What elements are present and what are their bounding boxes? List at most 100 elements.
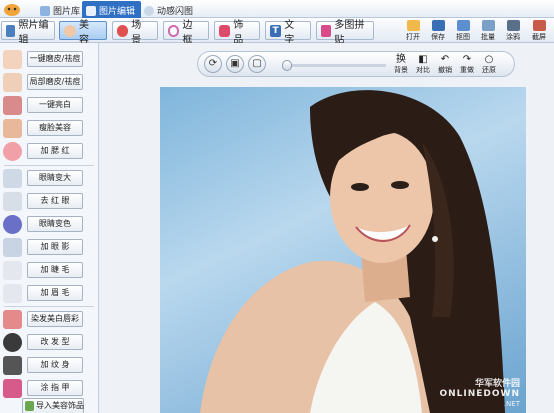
slim-face-button[interactable]: 瘦脸美容: [27, 120, 83, 136]
face-thumb-icon: [3, 50, 22, 69]
watermark: 华军软件园 ONLINEDOWN .NET: [439, 379, 520, 408]
scene-button[interactable]: 场 景: [112, 20, 158, 46]
accessories-button[interactable]: 饰 品: [214, 20, 260, 46]
list-item: 加 眉 毛: [0, 283, 99, 304]
background-button[interactable]: 换 背景: [391, 54, 411, 76]
list-item: 加 眼 影: [0, 237, 99, 258]
eye-icon: [3, 169, 22, 188]
photo-edit-button[interactable]: 照片编辑: [1, 20, 55, 46]
nail-polish-icon: [3, 379, 22, 398]
local-smooth-button[interactable]: 局部磨皮/祛痘: [27, 74, 83, 90]
add-blush-button[interactable]: 加 腮 红: [27, 143, 83, 159]
batch-icon: [481, 20, 495, 31]
border-button[interactable]: 边 框: [163, 20, 209, 46]
flash-gif-icon: [144, 5, 154, 16]
redo-icon: ↷: [462, 54, 472, 65]
zoom-slider[interactable]: [282, 60, 386, 71]
image-edit-icon: [86, 5, 96, 16]
photo-preview[interactable]: 华军软件园 ONLINEDOWN .NET: [160, 87, 526, 413]
divider: [4, 165, 94, 166]
beauty-tools-panel: 一键磨皮/祛痘 局部磨皮/祛痘 一键亮白 瘦脸美容 加 腮 红 眼睛变大 去 红…: [0, 43, 99, 413]
screenshot-button[interactable]: 截屏: [528, 20, 550, 42]
import-beauty-accessories-button[interactable]: 导入美容饰品: [22, 398, 84, 413]
eye-color-button[interactable]: 眼睛变色: [27, 216, 83, 232]
iris-color-icon: [3, 215, 22, 234]
list-item: 眼睛变大: [0, 168, 99, 189]
image-library-icon: [40, 5, 50, 16]
list-item: 一键亮白: [0, 95, 99, 116]
face-thumb-icon: [3, 119, 22, 138]
view-control-bar: ⟳ ▣ ▢ 换 背景 ◧ 对比 ↶ 撤销 ↷ 重做 ○ 还原: [197, 51, 515, 77]
eyelash-icon: [3, 261, 22, 280]
text-t-icon: T: [270, 24, 282, 37]
hairstyle-icon: [3, 333, 22, 352]
add-eyelash-button[interactable]: 加 睫 毛: [27, 262, 83, 278]
change-hairstyle-button[interactable]: 改 发 型: [27, 334, 83, 350]
eyeshadow-icon: [3, 238, 22, 257]
import-plus-icon: [25, 401, 34, 411]
remove-red-eye-button[interactable]: 去 红 眼: [27, 193, 83, 209]
list-item: 加 睫 毛: [0, 260, 99, 281]
list-item: 加 腮 红: [0, 141, 99, 162]
compare-icon: ◧: [418, 54, 428, 65]
face-thumb-icon: [3, 73, 22, 92]
actual-size-button[interactable]: ▢: [248, 55, 266, 73]
background-icon: 换: [396, 54, 406, 65]
canvas-area: ⟳ ▣ ▢ 换 背景 ◧ 对比 ↶ 撤销 ↷ 重做 ○ 还原 华军软件园 ONL…: [100, 43, 554, 413]
save-button[interactable]: 保存: [427, 20, 449, 42]
rotate-button[interactable]: ⟳: [204, 55, 222, 73]
divider: [4, 306, 94, 307]
beauty-button[interactable]: 美 容: [59, 20, 107, 46]
compare-button[interactable]: ◧ 对比: [413, 54, 433, 76]
list-item: 眼睛变色: [0, 214, 99, 235]
restore-icon: ○: [484, 54, 494, 65]
tattoo-icon: [3, 356, 22, 375]
portrait-photo: [200, 90, 505, 413]
undo-button[interactable]: ↶ 撤销: [435, 54, 455, 76]
open-button[interactable]: 打开: [402, 20, 424, 42]
cutout-button[interactable]: 抠图: [452, 20, 474, 42]
photo-edit-icon: [6, 24, 16, 37]
one-click-brighten-button[interactable]: 一键亮白: [27, 97, 83, 113]
undo-icon: ↶: [440, 54, 450, 65]
list-item: 局部磨皮/祛痘: [0, 72, 99, 93]
add-eyeshadow-button[interactable]: 加 眼 影: [27, 239, 83, 255]
main-toolbar: 照片编辑 美 容 场 景 边 框 饰 品 T 文 字 多图拼贴 打开 保存 抠图…: [0, 18, 554, 46]
hair-dye-lipgloss-button[interactable]: 染发美白唇彩: [27, 311, 83, 327]
list-item: 加 纹 身: [0, 355, 99, 376]
fit-window-icon: ▣: [230, 58, 240, 69]
text-button[interactable]: T 文 字: [265, 20, 311, 46]
fit-window-button[interactable]: ▣: [226, 55, 244, 73]
brush-icon: [506, 20, 520, 31]
enlarge-eyes-button[interactable]: 眼睛变大: [27, 170, 83, 186]
blush-icon: [3, 142, 22, 161]
add-eyebrow-button[interactable]: 加 眉 毛: [27, 285, 83, 301]
border-frame-icon: [168, 24, 180, 37]
add-tattoo-button[interactable]: 加 纹 身: [27, 357, 83, 373]
rotate-icon: ⟳: [208, 58, 218, 69]
restore-button[interactable]: ○ 还原: [479, 54, 499, 76]
redo-button[interactable]: ↷ 重做: [457, 54, 477, 76]
list-item: 一键磨皮/祛痘: [0, 49, 99, 70]
zoom-slider-handle[interactable]: [282, 60, 292, 71]
paint-nails-button[interactable]: 涂 指 甲: [27, 380, 83, 396]
list-item: 改 发 型: [0, 332, 99, 353]
one-click-smooth-button[interactable]: 一键磨皮/祛痘: [27, 51, 83, 67]
list-item: 去 红 眼: [0, 191, 99, 212]
list-item: 染发美白唇彩: [0, 309, 99, 330]
actual-size-icon: ▢: [252, 58, 262, 69]
doodle-button[interactable]: 涂鸦: [502, 20, 524, 42]
lips-icon: [3, 310, 22, 329]
save-disk-icon: [431, 20, 445, 31]
bow-icon: [219, 24, 231, 37]
eyebrow-icon: [3, 284, 22, 303]
collage-button[interactable]: 多图拼贴: [316, 20, 374, 46]
batch-button[interactable]: 批量: [477, 20, 499, 42]
collage-icon: [321, 24, 332, 37]
eye-icon: [3, 192, 22, 211]
folder-icon: [406, 20, 420, 31]
scissors-icon: [532, 20, 546, 31]
cutout-icon: [456, 20, 470, 31]
face-icon: [64, 24, 76, 37]
list-item: 瘦脸美容: [0, 118, 99, 139]
